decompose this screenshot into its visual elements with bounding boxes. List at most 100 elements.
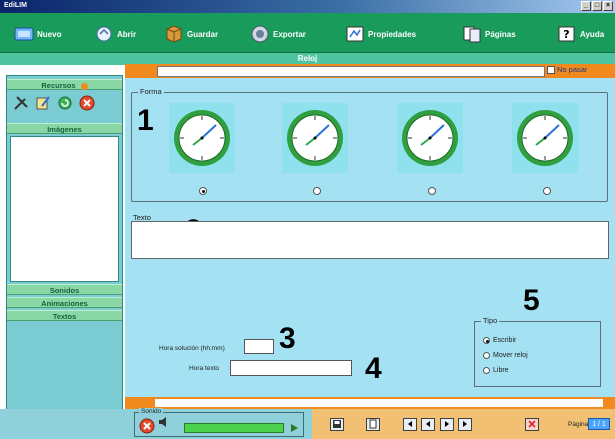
- clock-option-2[interactable]: [282, 103, 348, 173]
- tipo-mover-reloj-label: Mover reloj: [493, 352, 528, 359]
- hora-texto-input[interactable]: [230, 360, 352, 376]
- toolbar-nuevo-button[interactable]: Nuevo: [14, 23, 61, 45]
- page-title-input[interactable]: [157, 66, 545, 77]
- maximize-button[interactable]: □: [592, 1, 602, 11]
- textos-section[interactable]: Textos: [7, 310, 122, 321]
- refresh-icon[interactable]: [57, 95, 73, 111]
- play-icon[interactable]: [289, 423, 299, 433]
- imagenes-section[interactable]: Imágenes: [7, 123, 122, 134]
- tipo-option-mover-reloj[interactable]: Mover reloj: [483, 352, 528, 359]
- new-page-button[interactable]: [366, 418, 380, 431]
- main-toolbar: Nuevo Abrir Guardar Exportar Propiedades: [0, 13, 615, 53]
- clock-face-icon: [402, 110, 458, 166]
- tools-icon[interactable]: [13, 95, 29, 111]
- tipo-option-libre[interactable]: Libre: [483, 367, 509, 374]
- toolbar-paginas-button[interactable]: Páginas: [462, 23, 516, 45]
- next-page-button[interactable]: [440, 418, 454, 431]
- annotation-4: 4: [365, 352, 382, 385]
- sound-delete-icon[interactable]: [139, 418, 155, 434]
- toolbar-exportar-button[interactable]: Exportar: [250, 23, 306, 45]
- bottom-text-input[interactable]: [155, 399, 603, 407]
- sonido-legend: Sonido: [139, 408, 164, 415]
- close-window-button[interactable]: ×: [603, 1, 613, 11]
- toolbar-guardar-label: Guardar: [187, 29, 219, 39]
- page-number-input[interactable]: 1 / 1: [588, 418, 610, 430]
- forma-group: Forma: [131, 87, 608, 202]
- tipo-libre-label: Libre: [493, 367, 509, 374]
- toolbar-paginas-label: Páginas: [485, 29, 516, 39]
- delete-icon[interactable]: [79, 95, 95, 111]
- editor-area: No pasar Forma 1 Texto Hora solución (hh…: [125, 64, 615, 439]
- clock-option-3[interactable]: [397, 103, 463, 173]
- last-page-icon: [463, 421, 467, 427]
- radio-escribir[interactable]: [483, 337, 490, 344]
- radio-mover-reloj[interactable]: [483, 352, 490, 359]
- tipo-option-escribir[interactable]: Escribir: [483, 337, 516, 344]
- title-bar: EdiLIM _ □ ×: [0, 0, 615, 13]
- minimize-button[interactable]: _: [581, 1, 591, 11]
- imagenes-label: Imágenes: [47, 125, 82, 134]
- forma-radio-2[interactable]: [313, 187, 321, 195]
- clock-option-1[interactable]: [169, 103, 235, 173]
- forma-radio-1[interactable]: [199, 187, 207, 195]
- save-page-button[interactable]: [330, 418, 344, 431]
- sonidos-section[interactable]: Sonidos: [7, 284, 122, 295]
- forma-radio-3[interactable]: [428, 187, 436, 195]
- checkbox-icon[interactable]: [547, 65, 555, 74]
- sonidos-label: Sonidos: [49, 286, 80, 295]
- no-pasar-label: No pasar: [557, 65, 588, 74]
- toolbar-propiedades-label: Propiedades: [368, 29, 417, 39]
- first-page-button[interactable]: [403, 418, 417, 431]
- toolbar-ayuda-button[interactable]: ? Ayuda: [557, 23, 604, 45]
- first-page-icon: [408, 421, 412, 427]
- resource-tools: [13, 95, 95, 111]
- next-page-icon: [445, 421, 449, 427]
- recursos-label: Recursos: [41, 81, 76, 90]
- clock-face-icon: [287, 110, 343, 166]
- annotation-1: 1: [137, 104, 154, 137]
- animaciones-label: Animaciones: [41, 299, 88, 308]
- open-icon: [96, 26, 112, 42]
- properties-icon: [346, 26, 364, 42]
- clock-face-icon: [174, 110, 230, 166]
- no-pasar-checkbox[interactable]: No pasar: [547, 65, 587, 74]
- close-icon: [528, 420, 536, 428]
- export-icon: [251, 25, 269, 43]
- sound-progress-bar[interactable]: [184, 423, 284, 433]
- pages-icon: [463, 26, 481, 43]
- tipo-legend: Tipo: [481, 316, 500, 325]
- clock-face-icon: [517, 110, 573, 166]
- edit-icon[interactable]: [35, 95, 51, 111]
- window-title: EdiLIM: [4, 2, 27, 9]
- hora-solucion-label: Hora solución (hh:mm): [159, 345, 225, 352]
- speaker-icon[interactable]: [157, 415, 171, 429]
- forma-legend: Forma: [138, 87, 164, 96]
- tipo-group: Tipo Escribir Mover reloj Libre: [474, 316, 601, 387]
- forma-radio-4[interactable]: [543, 187, 551, 195]
- new-icon: [14, 27, 34, 41]
- updown-icon: [80, 82, 88, 90]
- delete-page-button[interactable]: [525, 418, 539, 431]
- textos-label: Textos: [52, 312, 77, 321]
- toolbar-propiedades-button[interactable]: Propiedades: [345, 23, 416, 45]
- radio-libre[interactable]: [483, 367, 490, 374]
- image-list[interactable]: [10, 136, 119, 282]
- annotation-5: 5: [523, 284, 540, 317]
- hora-solucion-input[interactable]: [244, 339, 274, 354]
- tipo-escribir-label: Escribir: [493, 337, 517, 344]
- texto-input[interactable]: [131, 221, 609, 259]
- hora-texto-label: Hora texto: [189, 365, 219, 372]
- animaciones-section[interactable]: Animaciones: [7, 297, 122, 308]
- toolbar-abrir-button[interactable]: Abrir: [94, 23, 136, 45]
- previous-page-button[interactable]: [421, 418, 435, 431]
- resources-panel: Recursos Imágenes Sonidos Animaciones Te…: [6, 75, 123, 439]
- toolbar-guardar-button[interactable]: Guardar: [164, 23, 218, 45]
- help-icon: ?: [558, 26, 575, 42]
- previous-page-icon: [426, 421, 430, 427]
- clock-option-4[interactable]: [512, 103, 578, 173]
- toolbar-abrir-label: Abrir: [117, 29, 137, 39]
- toolbar-exportar-label: Exportar: [273, 29, 306, 39]
- last-page-button[interactable]: [458, 418, 472, 431]
- recursos-dropdown[interactable]: Recursos: [7, 79, 122, 90]
- toolbar-ayuda-label: Ayuda: [580, 29, 605, 39]
